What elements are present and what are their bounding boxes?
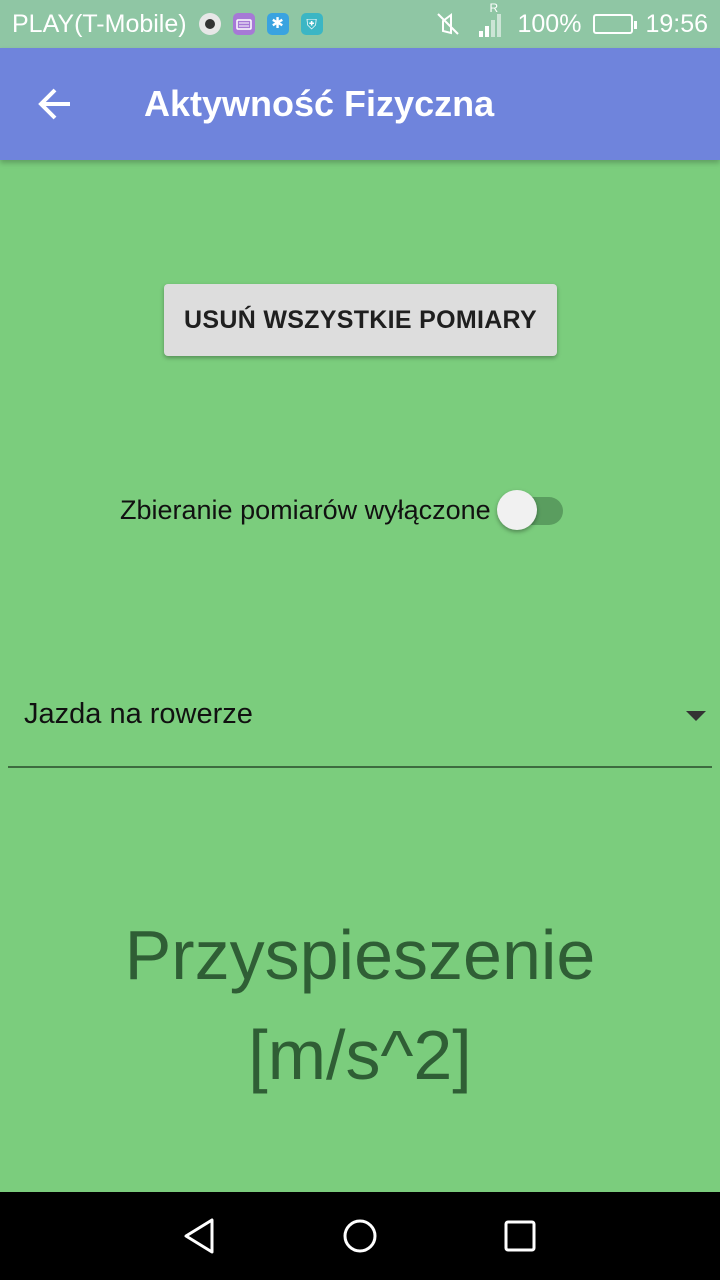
activity-dropdown[interactable]: Jazda na rowerze <box>8 680 712 768</box>
screen: PLAY(T-Mobile) ✱ ⛨ R 100% 19:56 Aktywnoś… <box>0 0 720 1280</box>
roaming-indicator: R <box>489 1 499 15</box>
activity-dropdown-value: Jazda na rowerze <box>24 698 253 730</box>
page-title: Aktywność Fizyczna <box>144 83 495 124</box>
recents-square-icon <box>504 1220 536 1252</box>
acceleration-heading: Przyspieszenie [m/s^2] <box>124 916 596 1094</box>
system-nav-bar <box>0 1192 720 1280</box>
app-bar: Aktywność Fizyczna <box>0 48 720 160</box>
back-button[interactable] <box>0 48 112 160</box>
arrow-back-icon <box>38 88 70 120</box>
signal-icon: R <box>475 1 505 39</box>
nav-home-button[interactable] <box>320 1196 400 1276</box>
clock: 19:56 <box>645 9 708 38</box>
keyboard-icon <box>232 13 255 35</box>
measurement-switch-row[interactable]: Zbieranie pomiarów wyłączone <box>120 484 563 536</box>
home-circle-icon <box>343 1219 377 1253</box>
battery-icon <box>593 14 638 34</box>
bluetooth-icon: ✱ <box>266 13 289 35</box>
nav-back-button[interactable] <box>160 1196 240 1276</box>
measurement-switch-label: Zbieranie pomiarów wyłączone <box>120 494 491 525</box>
carrier-name: PLAY(T-Mobile) <box>12 9 187 38</box>
status-left: PLAY(T-Mobile) ✱ ⛨ <box>12 10 433 39</box>
status-right: R 100% 19:56 <box>433 1 708 39</box>
status-bar: PLAY(T-Mobile) ✱ ⛨ R 100% 19:56 <box>0 0 720 48</box>
dropdown-arrow-icon <box>686 711 706 721</box>
delete-all-measurements-button[interactable]: USUŃ WSZYSTKIE POMIARY <box>164 284 557 356</box>
toggle-thumb[interactable] <box>496 490 537 530</box>
mute-icon <box>437 13 460 35</box>
back-triangle-icon <box>184 1218 214 1254</box>
shield-icon: ⛨ <box>300 13 323 35</box>
battery-percent: 100% <box>517 9 582 38</box>
nav-recents-button[interactable] <box>480 1196 560 1276</box>
camera-icon <box>198 13 221 35</box>
measurement-toggle[interactable] <box>496 484 563 536</box>
